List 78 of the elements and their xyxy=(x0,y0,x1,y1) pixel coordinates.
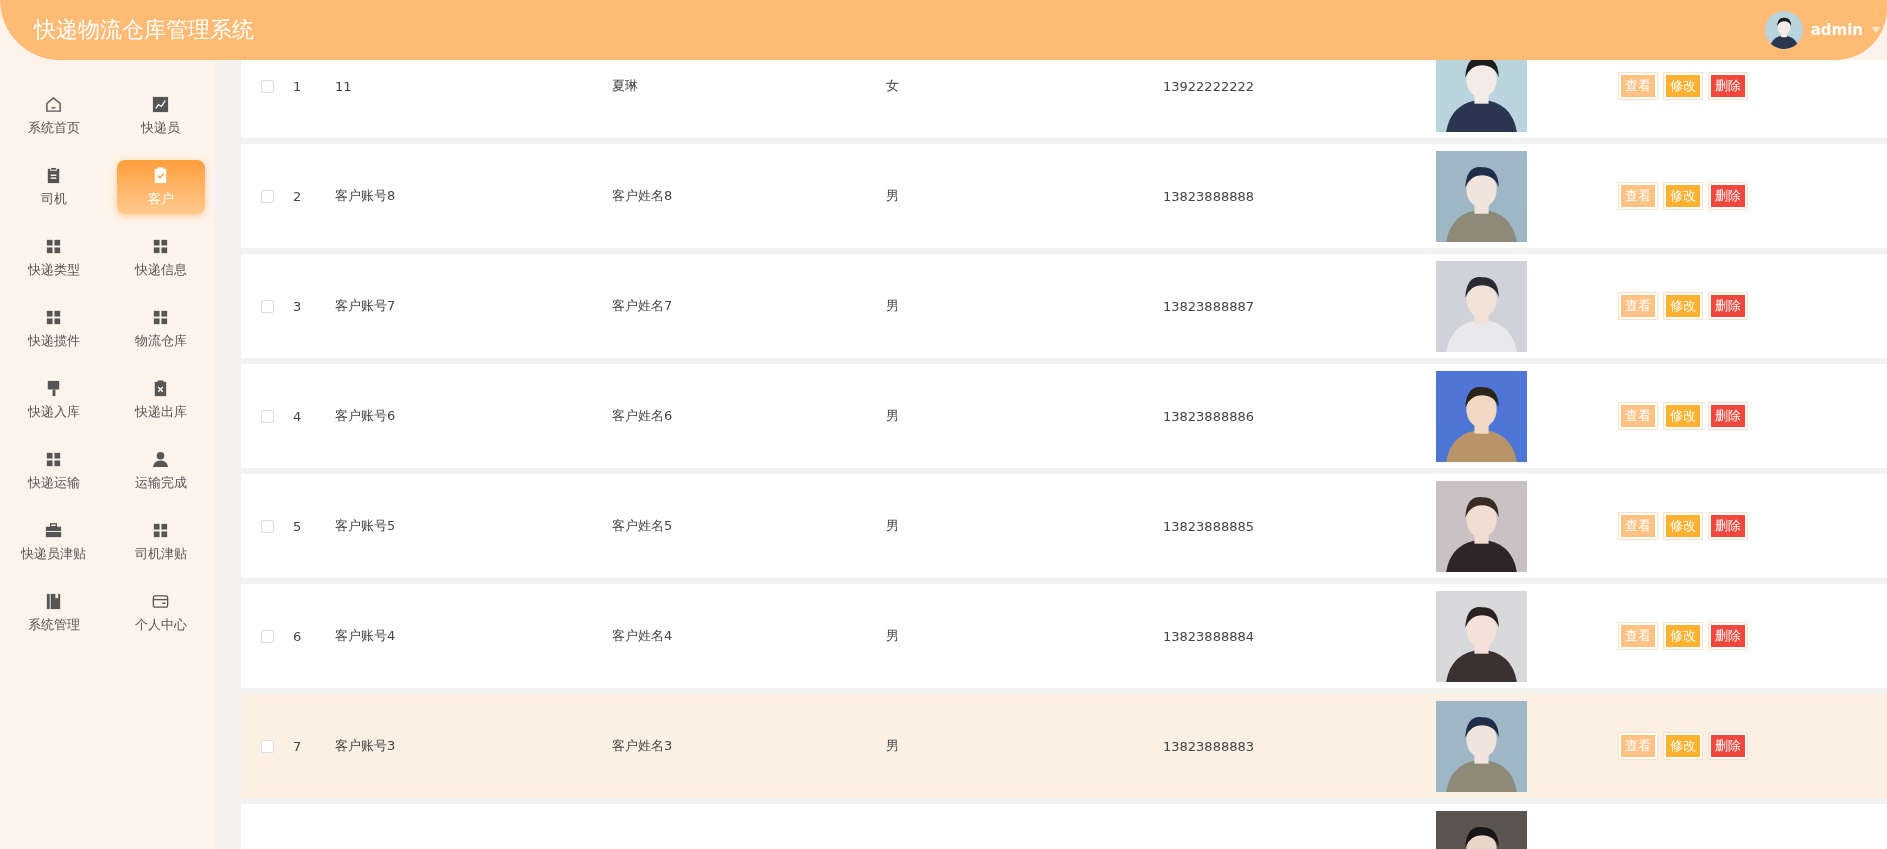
table-row[interactable]: 5 客户账号5 客户姓名5 男 13823888885 查看 修改 删除 xyxy=(241,474,1887,578)
row-checkbox[interactable] xyxy=(260,79,274,93)
table-cell-text: 2 xyxy=(293,188,303,204)
table-row[interactable]: 6 客户账号4 客户姓名4 男 13823888884 查看 修改 删除 xyxy=(241,584,1887,688)
table-cell-text: 13823888888 xyxy=(1163,188,1255,204)
sidebar-item[interactable]: 司机津贴 xyxy=(116,514,205,569)
table-cell-text: 13823888886 xyxy=(1163,408,1255,424)
table-cell-text: 13823888885 xyxy=(1163,518,1255,534)
row-checkbox[interactable] xyxy=(260,629,274,643)
row-checkbox[interactable] xyxy=(260,739,274,753)
table-cell-text: 客户账号8 xyxy=(335,187,397,205)
table-cell-text: 客户账号3 xyxy=(335,737,397,755)
table-cell-text: 男 xyxy=(886,627,900,645)
table-cell-text: 5 xyxy=(293,518,303,534)
sidebar-item[interactable]: 个人中心 xyxy=(116,585,205,640)
table-cell-text: 客户账号4 xyxy=(335,627,397,645)
table-cell-text: 6 xyxy=(293,628,303,644)
table-cell-text: 13823888887 xyxy=(1163,298,1255,314)
table-cell-text: 男 xyxy=(886,187,900,205)
table-cell-text: 11 xyxy=(335,78,353,94)
table-cell-text: 13823888883 xyxy=(1163,738,1255,754)
action-button[interactable]: 删除 xyxy=(1709,183,1747,209)
row-checkbox[interactable] xyxy=(260,409,274,423)
table-row[interactable]: 3 客户账号7 客户姓名7 男 13823888887 查看 修改 删除 xyxy=(241,254,1887,358)
app-title: 快递物流仓库管理系统 xyxy=(34,16,254,44)
briefcase-icon xyxy=(44,520,63,540)
table-row[interactable]: 1 11 夏琳 女 13922222222 查看 修改 删除 xyxy=(241,60,1887,138)
sidebar-item[interactable]: 快递员 xyxy=(116,88,205,143)
table-cell-text: 男 xyxy=(886,297,900,315)
user-icon xyxy=(151,449,170,469)
table-cell-text: 男 xyxy=(886,737,900,755)
table-cell-text: 4 xyxy=(293,408,303,424)
action-button[interactable]: 删除 xyxy=(1709,403,1747,429)
sidebar-item[interactable]: 快递员津贴 xyxy=(9,514,98,569)
table-cell-text: 7 xyxy=(293,738,303,754)
table-cell-text: 3 xyxy=(293,298,303,314)
table-cell-text: 1 xyxy=(293,78,303,94)
sidebar-item[interactable]: 快递入库 xyxy=(9,372,98,427)
table-cell-text: 客户账号7 xyxy=(335,297,397,315)
row-checkbox[interactable] xyxy=(260,189,274,203)
home-icon xyxy=(44,94,63,114)
sidebar-item[interactable]: 快递信息 xyxy=(116,230,205,285)
action-button[interactable]: 删除 xyxy=(1709,293,1747,319)
sidebar-item[interactable]: 快递揽件 xyxy=(9,301,98,356)
action-button[interactable]: 删除 xyxy=(1709,513,1747,539)
action-button[interactable]: 删除 xyxy=(1709,733,1747,759)
sidebar-item[interactable]: 系统首页 xyxy=(9,88,98,143)
action-button[interactable]: 删除 xyxy=(1709,623,1747,649)
sidebar-item[interactable]: 快递运输 xyxy=(9,443,98,498)
table-cell-text: 13922222222 xyxy=(1163,78,1255,94)
sidebar-item[interactable]: 运输完成 xyxy=(116,443,205,498)
sidebar-item[interactable]: 快递出库 xyxy=(116,372,205,427)
table-cell-text: 男 xyxy=(886,517,900,535)
sidebar-item[interactable]: 司机 xyxy=(9,159,98,214)
table-cell-text: 客户姓名8 xyxy=(612,187,674,205)
chart-icon xyxy=(151,94,170,114)
books-icon xyxy=(44,591,63,611)
table-cell-text: 13823888884 xyxy=(1163,628,1255,644)
table-cell-text: 客户姓名3 xyxy=(612,737,674,755)
row-checkbox[interactable] xyxy=(260,299,274,313)
table-cell-text: 客户姓名7 xyxy=(612,297,674,315)
table-cell-text: 女 xyxy=(886,77,900,95)
caret-icon[interactable] xyxy=(1871,27,1881,33)
row-checkbox[interactable] xyxy=(260,519,274,533)
table-cell-text: 客户姓名4 xyxy=(612,627,674,645)
table-cell-text: 男 xyxy=(886,407,900,425)
table-cell-text: 客户账号6 xyxy=(335,407,397,425)
action-button[interactable]: 删除 xyxy=(1709,73,1747,99)
sidebar-item[interactable]: 系统管理 xyxy=(9,585,98,640)
table-row[interactable]: 7 客户账号3 客户姓名3 男 13823888883 查看 修改 删除 xyxy=(241,694,1887,798)
table-row[interactable]: 2 客户账号8 客户姓名8 男 13823888888 查看 修改 删除 xyxy=(241,144,1887,248)
sidebar-item[interactable]: 物流仓库 xyxy=(116,301,205,356)
table-cell-text: 客户姓名6 xyxy=(612,407,674,425)
table-row[interactable]: 4 客户账号6 客户姓名6 男 13823888886 查看 修改 删除 xyxy=(241,364,1887,468)
table-cell-text: 客户账号5 xyxy=(335,517,397,535)
table-cell-text: 客户姓名5 xyxy=(612,517,674,535)
sidebar-item[interactable]: 快递类型 xyxy=(9,230,98,285)
table-cell-text: 夏琳 xyxy=(612,77,639,95)
